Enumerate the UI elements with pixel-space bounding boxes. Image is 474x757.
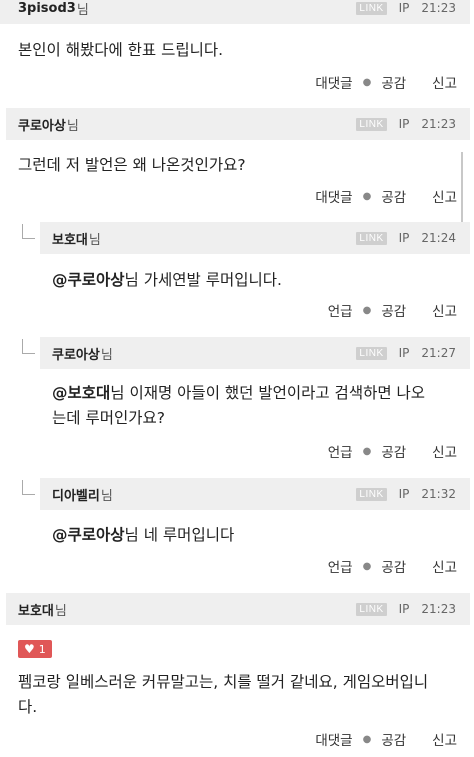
comment-meta: LINK IP 21:23 — [356, 117, 456, 131]
report-button[interactable]: 신고 — [432, 556, 457, 576]
comment-time: 21:23 — [421, 117, 456, 131]
reply-button[interactable]: 대댓글 — [315, 729, 352, 749]
comment-text: @쿠로아상님 가세연발 루머입니다. — [52, 268, 282, 293]
comment-time: 21:23 — [421, 1, 456, 15]
comment-time: 21:24 — [421, 231, 456, 245]
comment-meta: LINK IP 21:23 — [356, 1, 456, 15]
comment-header: 3pisod3 님 LINK IP 21:23 — [0, 0, 470, 24]
ip-label: IP — [398, 117, 410, 131]
separator-dot: ● — [362, 733, 372, 745]
comment-text-line: 님 네 루머입니다 — [124, 526, 235, 544]
comment-actions: 대댓글 ● 공감 신고 — [315, 186, 457, 206]
link-badge[interactable]: LINK — [356, 487, 387, 501]
link-badge[interactable]: LINK — [356, 117, 387, 131]
report-button[interactable]: 신고 — [432, 186, 457, 206]
report-button[interactable]: 신고 — [432, 72, 457, 92]
comment-text-line: 본인이 해봤다에 한표 드립니다. — [18, 41, 224, 59]
scrollbar[interactable] — [461, 152, 463, 224]
comment-meta: LINK IP 21:27 — [356, 346, 456, 360]
comment-actions: 언급 ● 공감 신고 — [328, 300, 457, 320]
link-badge[interactable]: LINK — [356, 231, 387, 245]
comment-actions: 언급 ● 공감 신고 — [328, 441, 457, 461]
separator-dot: ● — [362, 560, 372, 572]
separator-dot: ● — [362, 76, 372, 88]
reply-button[interactable]: 대댓글 — [315, 72, 352, 92]
author-suffix: 님 — [54, 603, 67, 619]
comment-text: 펨코랑 일베스러운 커뮤말고는, 치를 떨거 같네요, 게임오버입니 다. — [18, 670, 466, 720]
author-suffix: 님 — [100, 347, 113, 363]
comment-actions: 대댓글 ● 공감 신고 — [315, 72, 457, 92]
comment-header: 디아벨리 님 LINK IP 21:32 — [40, 478, 470, 510]
ip-label: IP — [398, 346, 410, 360]
like-button[interactable]: 공감 — [381, 72, 406, 92]
comment-author[interactable]: 디아벨리 — [52, 485, 100, 504]
report-button[interactable]: 신고 — [432, 729, 457, 749]
comment-author[interactable]: 보호대 — [52, 229, 88, 248]
like-button[interactable]: 공감 — [381, 729, 406, 749]
like-count-badge: ♥ 1 — [18, 640, 52, 658]
comment-time: 21:23 — [421, 602, 456, 616]
comment-header: 쿠로아상 님 LINK IP 21:23 — [6, 108, 470, 140]
like-count: 1 — [38, 642, 46, 656]
author-suffix: 님 — [100, 488, 113, 504]
report-button[interactable]: 신고 — [432, 441, 457, 461]
heart-icon: ♥ — [24, 642, 35, 656]
comment-time: 21:27 — [421, 346, 456, 360]
ip-label: IP — [398, 487, 410, 501]
comment-text-line: @보호대님 이재명 아들이 했던 발언이라고 검색하면 나오 — [52, 381, 462, 406]
comment-text: @쿠로아상님 네 루머입니다 — [52, 523, 234, 548]
comment-text-segment: 님 이재명 아들이 했던 발언이라고 검색하면 나오 — [110, 384, 426, 402]
comment-header: 쿠로아상 님 LINK IP 21:27 — [40, 337, 470, 369]
comment-text-line: 그런데 저 발언은 왜 나온것인가요? — [18, 156, 246, 174]
author-suffix: 님 — [66, 118, 79, 134]
mention-link[interactable]: @쿠로아상 — [52, 526, 125, 544]
comment-meta: LINK IP 21:32 — [356, 487, 456, 501]
comment-time: 21:32 — [421, 487, 456, 501]
separator-dot: ● — [362, 304, 372, 316]
mention-link[interactable]: @보호대 — [52, 384, 110, 402]
comment-text-line: 는데 루머인가요? — [52, 409, 165, 427]
comment-text: @보호대님 이재명 아들이 했던 발언이라고 검색하면 나오 는데 루머인가요? — [52, 381, 462, 431]
ip-label: IP — [398, 602, 410, 616]
comment-author[interactable]: 보호대 — [18, 600, 54, 619]
like-button[interactable]: 공감 — [381, 186, 406, 206]
separator-dot: ● — [362, 190, 372, 202]
author-suffix: 님 — [76, 2, 89, 18]
mention-button[interactable]: 언급 — [328, 556, 353, 576]
comment-author[interactable]: 쿠로아상 — [18, 115, 66, 134]
link-badge[interactable]: LINK — [356, 1, 387, 15]
mention-link[interactable]: @쿠로아상 — [52, 271, 125, 289]
ip-label: IP — [398, 231, 410, 245]
comment-author[interactable]: 쿠로아상 — [52, 344, 100, 363]
ip-label: IP — [398, 1, 410, 15]
mention-button[interactable]: 언급 — [328, 300, 353, 320]
link-badge[interactable]: LINK — [356, 346, 387, 360]
separator-dot: ● — [362, 445, 372, 457]
comment-header: 보호대 님 LINK IP 21:23 — [6, 593, 470, 625]
like-button[interactable]: 공감 — [381, 556, 406, 576]
mention-button[interactable]: 언급 — [328, 441, 353, 461]
comment-text-line: 펨코랑 일베스러운 커뮤말고는, 치를 떨거 같네요, 게임오버입니 — [18, 673, 429, 691]
comment-actions: 언급 ● 공감 신고 — [328, 556, 457, 576]
comment-text-line: 님 가세연발 루머입니다. — [124, 271, 282, 289]
author-suffix: 님 — [88, 232, 101, 248]
comment-author[interactable]: 3pisod3 — [18, 1, 76, 16]
comment-text: 그런데 저 발언은 왜 나온것인가요? — [18, 153, 246, 178]
comment-meta: LINK IP 21:24 — [356, 231, 456, 245]
comment-thread: 3pisod3 님 LINK IP 21:23 본인이 해봤다에 한표 드립니다… — [0, 0, 474, 757]
comment-text-line: 다. — [18, 698, 38, 716]
reply-indicator — [22, 224, 35, 239]
reply-indicator — [22, 339, 35, 354]
reply-button[interactable]: 대댓글 — [315, 186, 352, 206]
comment-meta: LINK IP 21:23 — [356, 602, 456, 616]
like-button[interactable]: 공감 — [381, 300, 406, 320]
link-badge[interactable]: LINK — [356, 602, 387, 616]
comment-actions: 대댓글 ● 공감 신고 — [315, 729, 457, 749]
comment-header: 보호대 님 LINK IP 21:24 — [40, 222, 470, 254]
reply-indicator — [22, 480, 35, 495]
comment-text: 본인이 해봤다에 한표 드립니다. — [18, 38, 223, 63]
like-button[interactable]: 공감 — [381, 441, 406, 461]
report-button[interactable]: 신고 — [432, 300, 457, 320]
